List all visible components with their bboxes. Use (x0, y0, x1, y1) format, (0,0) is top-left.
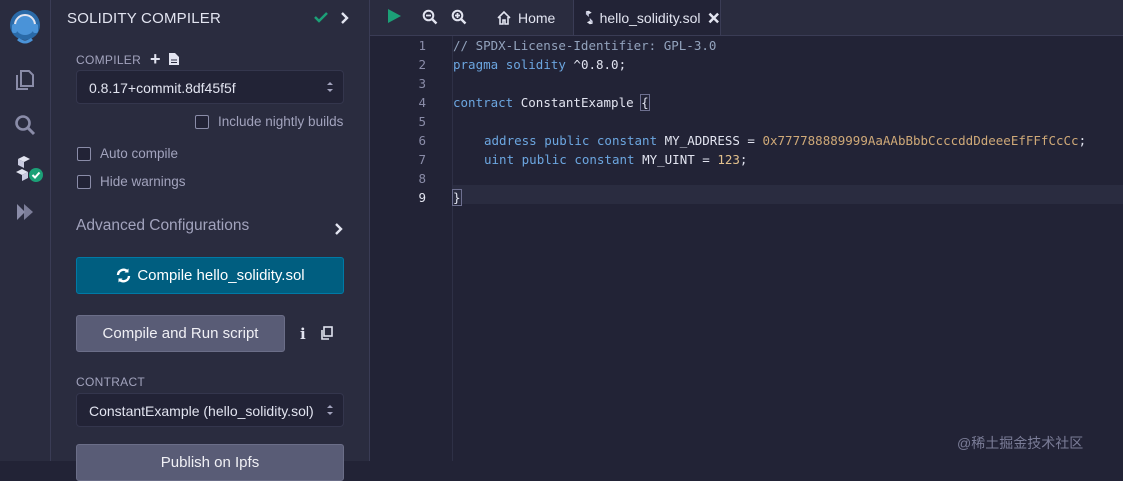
info-icon[interactable]: i (300, 325, 306, 343)
auto-compile-checkbox[interactable] (77, 146, 91, 161)
code-line-7: uint public constant MY_UINT = 123; (484, 152, 747, 167)
line-number: 5 (418, 114, 426, 129)
code-keyword: pragma (453, 57, 499, 72)
hide-warnings-label: Hide warnings (100, 174, 186, 189)
line-number: 6 (418, 133, 426, 148)
code-line-1: // SPDX-License-Identifier: GPL-3.0 (453, 38, 716, 53)
include-nightly-checkbox[interactable] (195, 114, 209, 129)
line-number: 7 (418, 152, 426, 167)
contract-label: CONTRACT (76, 375, 146, 389)
compile-button[interactable]: Compile hello_solidity.sol (76, 257, 344, 294)
code-comment: // SPDX-License-Identifier: GPL-3.0 (453, 38, 717, 53)
select-arrows-icon (327, 82, 333, 92)
code-keyword: public (521, 152, 567, 167)
code-keyword: public (544, 133, 590, 148)
solidity-file-icon (585, 10, 593, 25)
line-number: 8 (418, 171, 426, 186)
file-icon[interactable] (168, 52, 180, 66)
tab-home[interactable]: Home (486, 0, 565, 35)
code-keyword: solidity (505, 57, 566, 72)
hide-warnings-row[interactable]: Hide warnings (77, 174, 186, 189)
solidity-compiler-icon[interactable] (14, 155, 46, 185)
tab-home-label: Home (518, 9, 556, 26)
code-line-2: pragma solidity ^0.8.0; (453, 57, 626, 72)
icon-panel (0, 0, 51, 461)
compile-and-run-button[interactable]: Compile and Run script (76, 315, 285, 352)
compiler-version-select[interactable]: 0.8.17+commit.8df45f5f (76, 70, 344, 104)
tab-file-label: hello_solidity.sol (599, 9, 701, 26)
code-text: ; (1078, 133, 1087, 148)
hide-warnings-checkbox[interactable] (77, 174, 91, 189)
auto-compile-label: Auto compile (100, 146, 179, 161)
copy-icon[interactable] (320, 326, 333, 340)
remix-logo-icon[interactable] (4, 6, 46, 48)
code-line-9: } (452, 189, 462, 206)
contract-select-value: ConstantExample (hello_solidity.sol) (89, 403, 314, 419)
line-number: 1 (418, 38, 426, 53)
code-keyword: address (484, 133, 537, 148)
file-explorer-icon[interactable] (13, 68, 37, 92)
code-address-literal: 0x777788889999AaAAbBbbCcccddDdeeeEfFFfCc… (762, 133, 1079, 148)
select-arrows-icon (327, 405, 333, 415)
compile-button-label: Compile hello_solidity.sol (137, 267, 305, 284)
panel-title: SOLIDITY COMPILER (67, 10, 221, 27)
code-editor[interactable]: // SPDX-License-Identifier: GPL-3.0 prag… (452, 36, 1123, 461)
editor-top-bar: Home hello_solidity.sol (370, 0, 1123, 36)
contract-select[interactable]: ConstantExample (hello_solidity.sol) (76, 393, 344, 427)
code-text: ; (739, 152, 748, 167)
compile-and-run-label: Compile and Run script (102, 325, 259, 342)
check-icon (314, 12, 328, 23)
add-compiler-icon[interactable]: + (150, 50, 161, 68)
line-number: 2 (418, 57, 426, 72)
tab-hello-solidity[interactable]: hello_solidity.sol (573, 0, 721, 35)
close-icon[interactable] (708, 12, 720, 24)
code-brace: { (640, 94, 650, 111)
line-number-current: 9 (418, 190, 426, 205)
code-keyword: contract (453, 95, 514, 110)
refresh-icon (117, 268, 131, 283)
code-keyword: uint (484, 152, 515, 167)
solidity-compiler-panel: SOLIDITY COMPILER COMPILER + 0.8.17+comm… (51, 0, 370, 481)
line-number-gutter: 1 2 3 4 5 6 7 8 9 (370, 36, 453, 461)
line-number: 4 (418, 95, 426, 110)
include-nightly-label: Include nightly builds (218, 114, 344, 129)
code-number: 123 (717, 152, 740, 167)
search-icon[interactable] (13, 113, 37, 137)
auto-compile-row[interactable]: Auto compile (77, 146, 178, 161)
code-line-6: address public constant MY_ADDRESS = 0x7… (484, 133, 1086, 148)
deploy-run-icon[interactable] (13, 200, 37, 224)
run-script-icon[interactable] (386, 8, 402, 24)
chevron-right-icon[interactable] (339, 10, 351, 26)
code-brace: } (452, 189, 462, 206)
code-text: ConstantExample (513, 95, 642, 110)
code-text: MY_ADDRESS = (657, 133, 763, 148)
zoom-out-icon[interactable] (422, 9, 438, 25)
code-keyword: constant (596, 133, 658, 148)
code-line-4: contract ConstantExample { (453, 94, 650, 111)
home-icon (497, 10, 511, 25)
compiler-label: COMPILER (76, 53, 142, 67)
zoom-in-icon[interactable] (451, 9, 467, 25)
current-line-highlight (453, 185, 1123, 204)
publish-ipfs-label: Publish on Ipfs (160, 454, 260, 471)
advanced-configurations-toggle[interactable]: Advanced Configurations (76, 217, 249, 235)
chevron-right-icon[interactable] (334, 222, 344, 236)
publish-ipfs-button[interactable]: Publish on Ipfs (76, 444, 344, 481)
watermark: @稀土掘金技术社区 (957, 435, 1084, 451)
include-nightly-row[interactable]: Include nightly builds (195, 114, 343, 129)
code-text: MY_UINT = (634, 152, 718, 167)
code-text: ^0.8.0; (565, 57, 627, 72)
compiler-version-value: 0.8.17+commit.8df45f5f (89, 80, 236, 96)
line-number: 3 (418, 76, 426, 91)
code-keyword: constant (574, 152, 635, 167)
